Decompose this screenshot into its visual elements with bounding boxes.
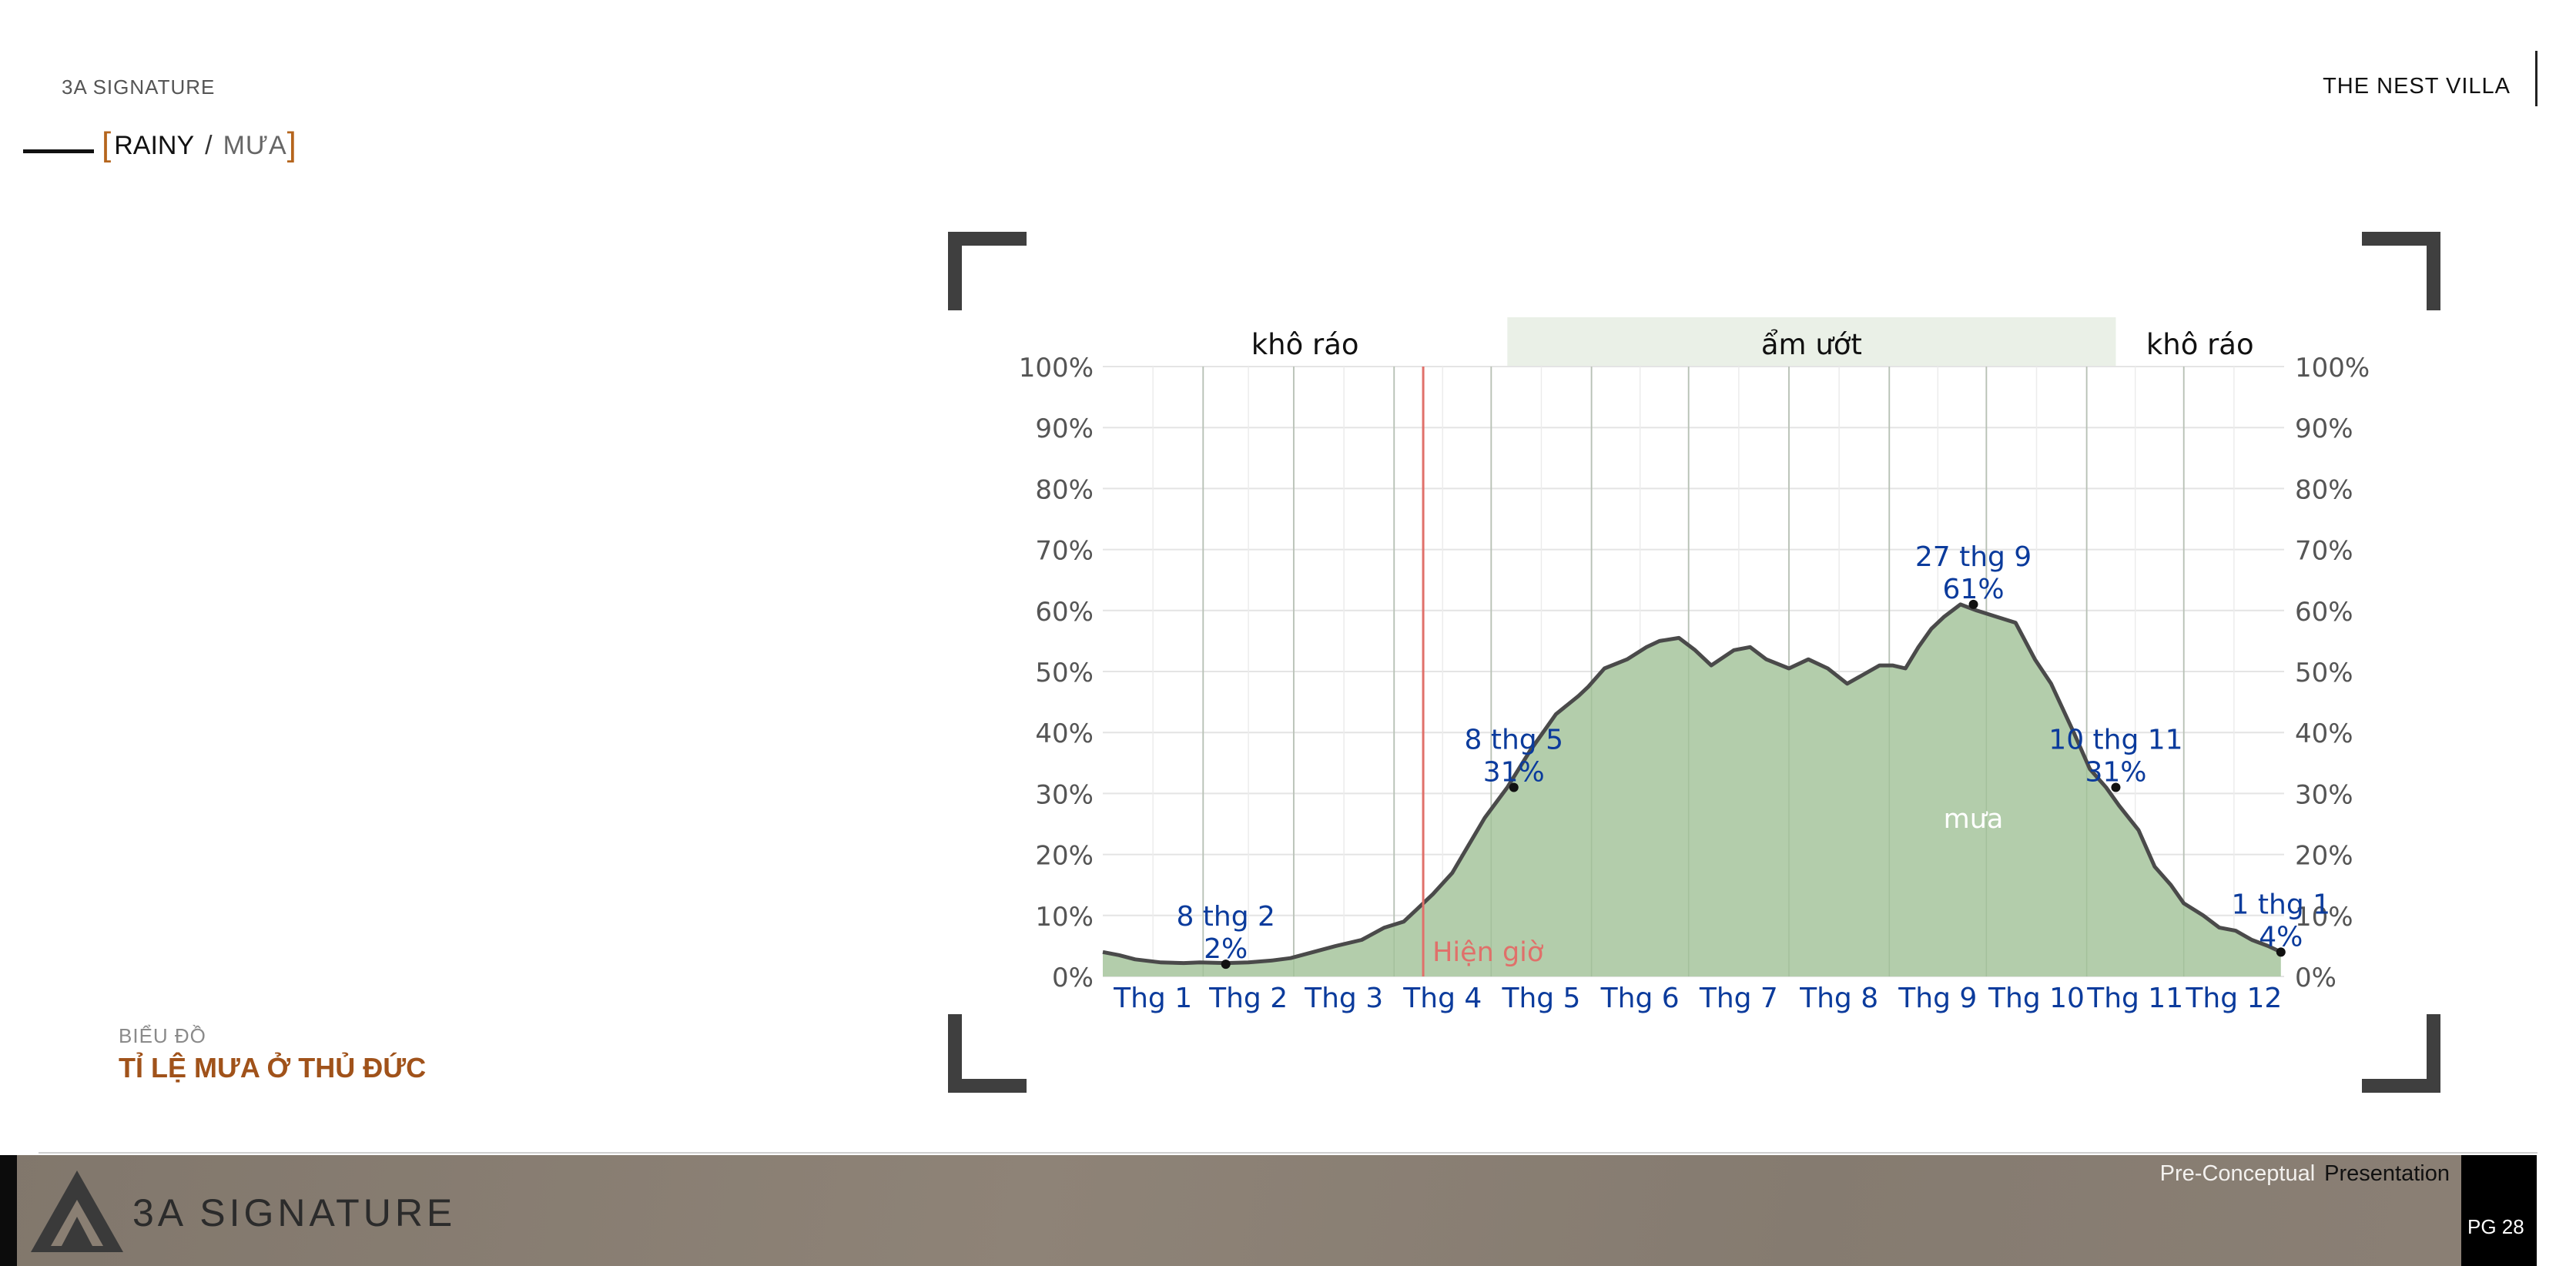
logo-icon (31, 1171, 123, 1252)
rain-area (1103, 604, 2281, 976)
project-name: THE NEST VILLA (2323, 74, 2511, 99)
corner-bracket-top-left (948, 232, 1027, 310)
season-label-0: khô ráo (1251, 328, 1359, 361)
x-tick-label-month: Thg 3 (1304, 983, 1383, 1014)
y-tick-label-left: 50% (1035, 658, 1094, 688)
brand-name: 3A SIGNATURE (62, 75, 216, 99)
x-tick-label-month: Thg 9 (1898, 983, 1977, 1014)
x-tick-label-month: Thg 12 (2185, 983, 2282, 1014)
y-tick-label-left: 20% (1035, 841, 1094, 872)
annotation-value: 31% (2085, 756, 2146, 788)
annotation-date: 1 thg 1 (2232, 889, 2330, 920)
section-title: [RAINY / MƯA] (102, 126, 296, 164)
y-tick-label-left: 70% (1035, 536, 1094, 567)
annotation-date: 8 thg 5 (1465, 724, 1563, 755)
chart-caption-label: BIỂU ĐỒ (119, 1024, 206, 1047)
y-tick-label-left: 90% (1035, 414, 1094, 444)
bracket-open: [ (102, 126, 112, 163)
y-tick-label-left: 100% (1019, 353, 1094, 383)
annotation-value: 4% (2259, 921, 2303, 953)
page-number-box: PG 28 (2461, 1155, 2537, 1266)
y-tick-label-right: 40% (2295, 718, 2353, 749)
header-divider (2535, 51, 2537, 106)
annotation-date: 10 thg 11 (2048, 724, 2182, 755)
y-tick-label-right: 70% (2295, 536, 2353, 567)
series-label: mưa (1944, 804, 2004, 835)
y-tick-label-right: 30% (2295, 779, 2353, 810)
page-number: PG 28 (2467, 1215, 2524, 1238)
y-tick-label-right: 100% (2295, 353, 2370, 383)
footer-logo-text: 3A SIGNATURE (132, 1191, 457, 1234)
x-tick-label-month: Thg 10 (1988, 983, 2085, 1014)
y-tick-label-right: 90% (2295, 414, 2353, 444)
y-tick-label-left: 30% (1035, 779, 1094, 810)
y-tick-label-right: 20% (2295, 841, 2353, 872)
rain-chart: khô ráo ẩm ướt khô ráo 0% 0% 10% 10% 20% 20% 30% 3… (947, 231, 2441, 1094)
footer-edge-right (2536, 1155, 2576, 1266)
corner-bracket-bottom-left (948, 1014, 1027, 1093)
annotation-value: 31% (1483, 756, 1545, 788)
y-tick-label-left: 80% (1035, 474, 1094, 505)
section-title-vietnamese: MƯA (223, 131, 287, 160)
section-rule (23, 149, 94, 153)
presentation-label-b: Presentation (2324, 1161, 2450, 1186)
rain-chart-svg: khô ráo ẩm ướt khô ráo0% 0%10% 10%20% 20%30% 3… (948, 232, 2440, 1093)
x-tick-label-month: Thg 4 (1402, 983, 1482, 1014)
annotation-date: 8 thg 2 (1176, 901, 1275, 933)
season-label-1: ẩm ướt (1761, 328, 1862, 361)
x-tick-label-month: Thg 5 (1501, 983, 1580, 1014)
chart-caption-title: TỈ LỆ MƯA Ở THỦ ĐỨC (119, 1052, 427, 1083)
annotation-value: 61% (1943, 574, 2005, 605)
y-tick-label-right: 80% (2295, 474, 2353, 505)
season-label-2: khô ráo (2146, 328, 2254, 361)
x-tick-label-month: Thg 1 (1113, 983, 1192, 1014)
x-tick-label-month: Thg 7 (1699, 983, 1778, 1014)
presentation-label-a: Pre-Conceptual (2159, 1161, 2316, 1186)
y-tick-label-right: 50% (2295, 658, 2353, 688)
annotation-date: 27 thg 9 (1915, 541, 2032, 573)
presentation-label: Pre-Conceptual Presentation (2160, 1161, 2450, 1187)
x-tick-label-month: Thg 2 (1208, 983, 1288, 1014)
annotation-value: 2% (1204, 933, 1248, 965)
y-tick-label-left: 60% (1035, 597, 1094, 628)
footer-divider (39, 1152, 2537, 1154)
footer-edge-left (0, 1155, 17, 1266)
y-tick-label-left: 0% (1052, 963, 1094, 993)
section-title-slash: / (205, 131, 213, 160)
corner-bracket-bottom-right (2362, 1014, 2440, 1093)
x-tick-label-month: Thg 11 (2086, 983, 2183, 1014)
corner-bracket-top-right (2362, 232, 2440, 310)
y-tick-label-right: 0% (2295, 963, 2336, 993)
y-tick-label-left: 10% (1035, 902, 1094, 933)
x-tick-label-month: Thg 8 (1799, 983, 1878, 1014)
now-marker-label: Hiện giờ (1432, 937, 1544, 968)
x-tick-label-month: Thg 6 (1600, 983, 1680, 1014)
y-tick-label-right: 60% (2295, 597, 2353, 628)
y-tick-label-left: 40% (1035, 718, 1094, 749)
section-title-english: RAINY (114, 131, 195, 160)
bracket-close: ] (286, 126, 296, 163)
